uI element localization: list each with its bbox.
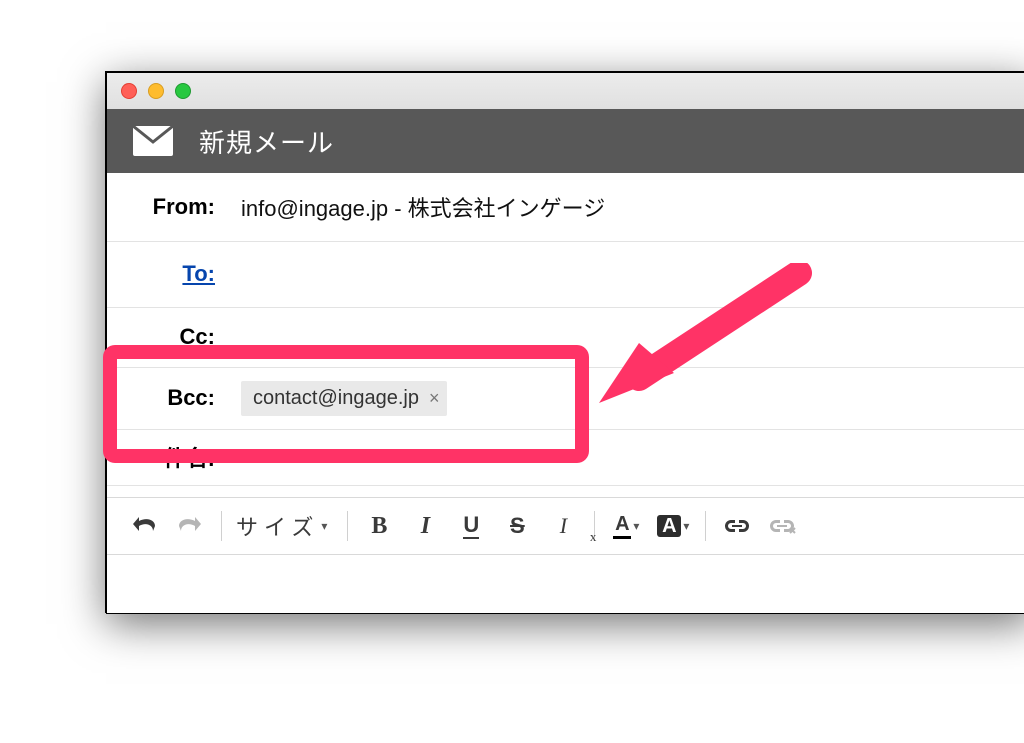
bcc-row: Bcc: contact@ingage.jp × — [107, 367, 1024, 430]
cc-input[interactable] — [241, 307, 1024, 367]
italic-button[interactable]: I — [402, 509, 448, 543]
from-separator: - — [388, 196, 408, 221]
from-label: From: — [107, 194, 225, 220]
from-email: info@ingage.jp — [241, 196, 388, 221]
close-window-button[interactable] — [121, 83, 137, 99]
underline-icon: U — [463, 514, 479, 539]
to-label[interactable]: To: — [107, 261, 225, 287]
cc-label: Cc: — [107, 324, 225, 350]
compose-window: 新規メール From: info@ingage.jp - 株式会社インゲージ T… — [106, 72, 1024, 614]
remove-link-button[interactable] — [760, 509, 806, 543]
cc-row: Cc: — [107, 307, 1024, 368]
redo-icon — [179, 517, 201, 535]
toolbar-separator — [347, 511, 348, 541]
insert-link-button[interactable] — [714, 509, 760, 543]
unlink-icon — [769, 517, 797, 535]
bold-button[interactable]: B — [356, 509, 402, 543]
to-row: To: — [107, 241, 1024, 308]
subject-label: 件名: — [107, 441, 225, 473]
compose-header: 新規メール — [107, 109, 1024, 173]
mail-icon — [133, 126, 173, 156]
minimize-window-button[interactable] — [148, 83, 164, 99]
to-input[interactable] — [241, 241, 1024, 307]
subject-row: 件名: — [107, 429, 1024, 486]
mac-titlebar — [107, 73, 1024, 110]
subject-input[interactable] — [241, 429, 1024, 485]
font-size-dropdown[interactable]: サイズ ▾ — [230, 510, 339, 542]
font-size-label: サイズ — [236, 510, 319, 542]
undo-button[interactable] — [121, 509, 167, 543]
zoom-window-button[interactable] — [175, 83, 191, 99]
from-display-name: 株式会社インゲージ — [408, 196, 606, 221]
bcc-recipient-chip[interactable]: contact@ingage.jp × — [241, 381, 447, 416]
canvas: 新規メール From: info@ingage.jp - 株式会社インゲージ T… — [0, 0, 1024, 743]
dropdown-caret-icon: ▾ — [683, 519, 689, 533]
toolbar-separator — [221, 511, 222, 541]
undo-icon — [133, 517, 155, 535]
highlight-color-button[interactable]: A ▾ — [649, 509, 697, 543]
compose-title: 新規メール — [199, 123, 334, 160]
from-row: From: info@ingage.jp - 株式会社インゲージ — [107, 173, 1024, 242]
dropdown-caret-icon: ▾ — [321, 519, 333, 533]
editor-toolbar: サイズ ▾ B I U S Ix A ▾ A ▾ — [107, 497, 1024, 555]
link-icon — [724, 518, 750, 534]
clear-format-icon: I — [560, 513, 567, 539]
strikethrough-button[interactable]: S — [494, 509, 540, 543]
text-color-button[interactable]: A ▾ — [603, 509, 649, 543]
dropdown-caret-icon: ▾ — [633, 519, 639, 533]
redo-button[interactable] — [167, 509, 213, 543]
remove-recipient-icon[interactable]: × — [429, 388, 440, 409]
clear-format-x-icon: x — [590, 529, 597, 545]
bcc-recipient-email: contact@ingage.jp — [253, 387, 419, 410]
bcc-label: Bcc: — [107, 385, 225, 411]
highlight-icon: A — [657, 515, 681, 537]
text-color-icon: A — [613, 514, 631, 539]
toolbar-separator — [705, 511, 706, 541]
underline-button[interactable]: U — [448, 509, 494, 543]
from-value[interactable]: info@ingage.jp - 株式会社インゲージ — [241, 191, 605, 223]
clear-format-button[interactable]: Ix — [540, 509, 586, 543]
